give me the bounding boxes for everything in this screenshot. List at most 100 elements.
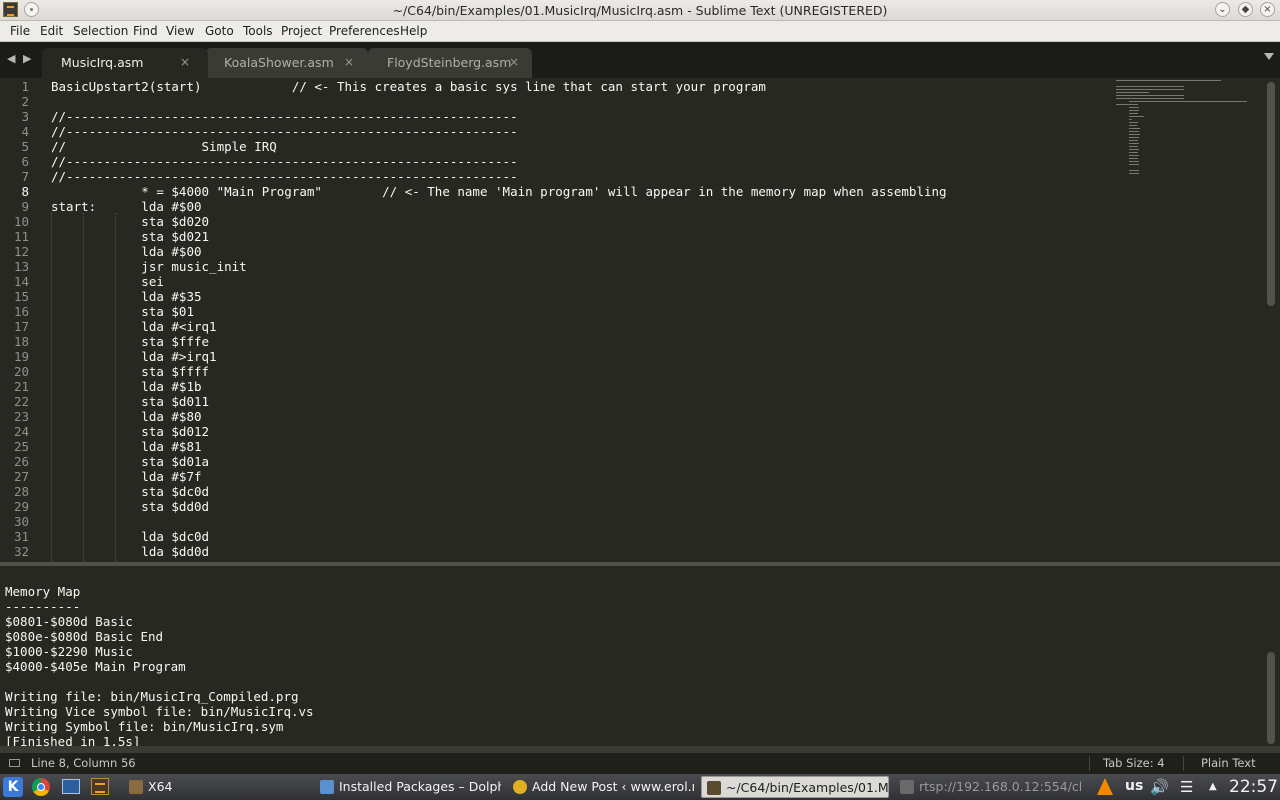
vlc-tray-icon[interactable] [1097, 778, 1113, 795]
chrome-icon [513, 780, 527, 794]
line-number: 29 [13, 499, 29, 514]
sublime-icon [707, 781, 721, 795]
task-label: ~/C64/bin/Examples/01.M [726, 780, 889, 795]
line-number: 3 [21, 109, 29, 124]
tray-expand-icon[interactable]: ▲ [1209, 781, 1217, 792]
minimap[interactable] [1116, 78, 1264, 562]
code-line: lda $dd0d [51, 544, 210, 559]
minimize-button[interactable]: ⌄ [1215, 2, 1230, 17]
syntax-indicator[interactable]: Plain Text [1201, 756, 1256, 770]
minimap-line [1129, 152, 1138, 153]
task-label: Add New Post ‹ www.erol.n [532, 779, 694, 794]
line-number: 1 [21, 79, 29, 94]
tab-musicirq[interactable]: MusicIrq.asm × [42, 48, 208, 78]
minimap-line [1116, 80, 1221, 81]
line-number: 21 [13, 379, 29, 394]
minimap-line [1129, 134, 1140, 135]
kde-start-icon[interactable]: K [3, 777, 23, 797]
tab-close-icon[interactable]: × [509, 55, 519, 69]
maximize-button[interactable]: ◆ [1238, 2, 1253, 17]
output-line: $080e-$080d Basic End [5, 629, 164, 644]
window-title: ~/C64/bin/Examples/01.MusicIrq/MusicIrq.… [392, 3, 888, 18]
line-number: 20 [13, 364, 29, 379]
code-line: lda #$7f [51, 469, 202, 484]
tab-floydsteinberg[interactable]: FloydSteinberg.asm × [368, 48, 532, 78]
wifi-icon[interactable]: ☰ [1180, 778, 1193, 796]
code-line: lda #$1b [51, 379, 202, 394]
minimap-line [1129, 122, 1138, 123]
tab-label: MusicIrq.asm [61, 55, 144, 70]
menu-tools[interactable]: Tools [243, 24, 273, 38]
menu-goto[interactable]: Goto [205, 24, 234, 38]
keyboard-layout[interactable]: us [1125, 778, 1143, 794]
minimap-line [1129, 146, 1138, 147]
panel-toggle-icon[interactable] [9, 759, 20, 767]
code-line: lda #<irq1 [51, 319, 217, 334]
status-divider [1183, 756, 1184, 771]
minimap-line [1129, 149, 1139, 150]
code-line: lda #$80 [51, 409, 202, 424]
task-sublime[interactable]: ~/C64/bin/Examples/01.M [701, 776, 889, 798]
minimap-line [1129, 161, 1139, 162]
code-line: sta $d01a [51, 454, 210, 469]
code-line: sta $d020 [51, 214, 210, 229]
clock[interactable]: 22:57 [1229, 777, 1278, 797]
minimap-line [1129, 140, 1138, 141]
build-output-panel[interactable]: Memory Map ---------- $0801-$080d Basic $08… [0, 566, 1280, 750]
line-number: 16 [13, 304, 29, 319]
code-line: sta $dd0d [51, 499, 210, 514]
code-line: * = $4000 "Main Program" // <- The name … [51, 184, 947, 199]
x64-icon [129, 780, 143, 794]
task-chrome[interactable]: Add New Post ‹ www.erol.n [508, 776, 694, 798]
volume-icon[interactable]: 🔊 [1150, 778, 1169, 796]
code-line: //--------------------------------------… [51, 154, 518, 169]
code-line: lda #$00 [51, 244, 202, 259]
menu-project[interactable]: Project [281, 24, 322, 38]
code-line: //--------------------------------------… [51, 124, 518, 139]
line-number: 11 [13, 229, 29, 244]
menu-selection[interactable]: Selection [73, 24, 128, 38]
minimap-line [1129, 137, 1139, 138]
menu-edit[interactable]: Edit [40, 24, 63, 38]
tab-bar: ◀ ▶ KoalaShower.asm × FloydSteinberg.asm… [0, 42, 1280, 78]
minimap-line [1129, 116, 1144, 117]
menu-find[interactable]: Find [133, 24, 158, 38]
code-line: lda #$81 [51, 439, 202, 454]
chrome-launcher-icon[interactable] [32, 778, 50, 796]
minimap-line [1129, 110, 1139, 111]
menu-file[interactable]: File [10, 24, 30, 38]
tab-close-icon[interactable]: × [344, 55, 354, 69]
line-number: 22 [13, 394, 29, 409]
task-dolphin[interactable]: Installed Packages – Dolph [315, 776, 501, 798]
menu-view[interactable]: View [166, 24, 194, 38]
line-number: 6 [21, 154, 29, 169]
task-vlc-stream[interactable]: rtsp://192.168.0.12:554/cl [895, 776, 1081, 798]
tab-close-icon[interactable]: × [180, 55, 190, 69]
menu-help[interactable]: Help [400, 24, 427, 38]
task-x64[interactable]: X64 [124, 776, 309, 798]
tab-nav-right-icon[interactable]: ▶ [23, 52, 31, 65]
terminal-launcher-icon[interactable] [62, 779, 80, 794]
tabs-overflow-icon[interactable] [1264, 53, 1274, 60]
window-titlebar: ~/C64/bin/Examples/01.MusicIrq/MusicIrq.… [0, 0, 1280, 21]
output-line: ---------- [5, 599, 81, 614]
tab-koalashower[interactable]: KoalaShower.asm × [205, 48, 368, 78]
output-scrollbar[interactable] [1267, 652, 1275, 744]
vlc-icon [900, 780, 914, 794]
menu-preferences[interactable]: Preferences [329, 24, 400, 38]
editor-scrollbar[interactable] [1267, 82, 1275, 306]
code-editor[interactable]: 1 2 3 4 5 6 7 8 9 10 11 12 13 14 15 16 17 18 19 20 21 22 23 24 2… [0, 78, 1280, 562]
tab-nav-left-icon[interactable]: ◀ [7, 52, 15, 65]
line-number: 30 [13, 514, 29, 529]
line-number: 9 [21, 199, 29, 214]
code-line: sta $dc0d [51, 484, 210, 499]
line-number: 19 [13, 349, 29, 364]
output-line: $0801-$080d Basic [5, 614, 133, 629]
close-window-button[interactable]: × [1260, 2, 1275, 17]
minimap-line [1129, 131, 1139, 132]
code-area[interactable]: BasicUpstart2(start) // <- This creates … [51, 78, 1111, 562]
sublime-launcher-icon[interactable] [91, 778, 109, 795]
line-number: 5 [21, 139, 29, 154]
tab-size-indicator[interactable]: Tab Size: 4 [1103, 756, 1165, 770]
code-line: sta $d011 [51, 394, 210, 409]
